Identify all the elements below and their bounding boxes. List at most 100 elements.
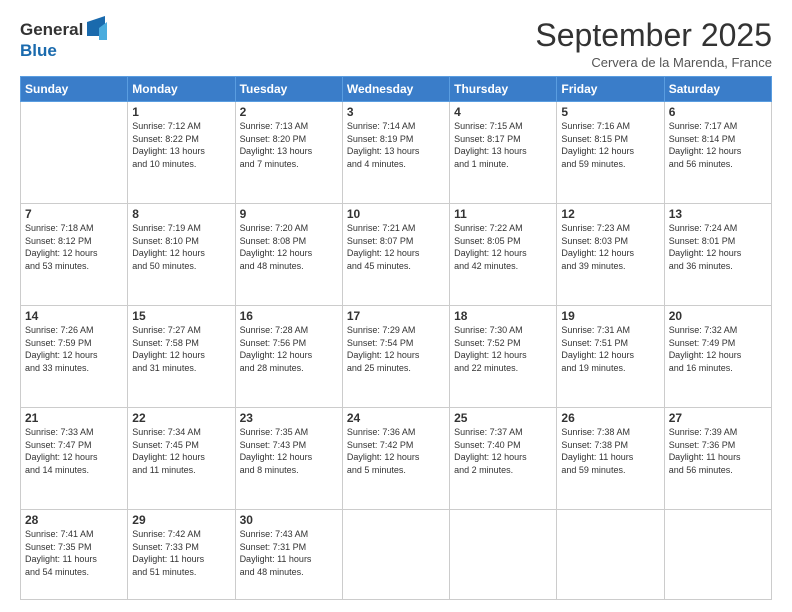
day-info: Sunrise: 7:28 AM Sunset: 7:56 PM Dayligh…	[240, 324, 338, 374]
day-info: Sunrise: 7:23 AM Sunset: 8:03 PM Dayligh…	[561, 222, 659, 272]
table-row: 12Sunrise: 7:23 AM Sunset: 8:03 PM Dayli…	[557, 204, 664, 306]
day-info: Sunrise: 7:30 AM Sunset: 7:52 PM Dayligh…	[454, 324, 552, 374]
day-info: Sunrise: 7:37 AM Sunset: 7:40 PM Dayligh…	[454, 426, 552, 476]
day-number: 15	[132, 309, 230, 323]
table-row: 19Sunrise: 7:31 AM Sunset: 7:51 PM Dayli…	[557, 306, 664, 408]
day-info: Sunrise: 7:19 AM Sunset: 8:10 PM Dayligh…	[132, 222, 230, 272]
day-info: Sunrise: 7:38 AM Sunset: 7:38 PM Dayligh…	[561, 426, 659, 476]
day-number: 27	[669, 411, 767, 425]
day-number: 17	[347, 309, 445, 323]
day-number: 22	[132, 411, 230, 425]
day-info: Sunrise: 7:42 AM Sunset: 7:33 PM Dayligh…	[132, 528, 230, 578]
calendar: Sunday Monday Tuesday Wednesday Thursday…	[20, 76, 772, 600]
month-title: September 2025	[535, 18, 772, 53]
day-info: Sunrise: 7:35 AM Sunset: 7:43 PM Dayligh…	[240, 426, 338, 476]
table-row: 4Sunrise: 7:15 AM Sunset: 8:17 PM Daylig…	[450, 102, 557, 204]
day-number: 25	[454, 411, 552, 425]
day-number: 26	[561, 411, 659, 425]
day-info: Sunrise: 7:33 AM Sunset: 7:47 PM Dayligh…	[25, 426, 123, 476]
day-info: Sunrise: 7:13 AM Sunset: 8:20 PM Dayligh…	[240, 120, 338, 170]
logo: General Blue	[20, 18, 107, 61]
logo-text: General Blue	[20, 18, 107, 61]
day-number: 29	[132, 513, 230, 527]
day-info: Sunrise: 7:15 AM Sunset: 8:17 PM Dayligh…	[454, 120, 552, 170]
col-saturday: Saturday	[664, 77, 771, 102]
day-info: Sunrise: 7:26 AM Sunset: 7:59 PM Dayligh…	[25, 324, 123, 374]
logo-blue: Blue	[20, 42, 107, 61]
day-number: 11	[454, 207, 552, 221]
table-row: 16Sunrise: 7:28 AM Sunset: 7:56 PM Dayli…	[235, 306, 342, 408]
table-row	[342, 510, 449, 600]
day-number: 19	[561, 309, 659, 323]
day-info: Sunrise: 7:27 AM Sunset: 7:58 PM Dayligh…	[132, 324, 230, 374]
day-number: 28	[25, 513, 123, 527]
table-row: 1Sunrise: 7:12 AM Sunset: 8:22 PM Daylig…	[128, 102, 235, 204]
table-row: 11Sunrise: 7:22 AM Sunset: 8:05 PM Dayli…	[450, 204, 557, 306]
day-info: Sunrise: 7:43 AM Sunset: 7:31 PM Dayligh…	[240, 528, 338, 578]
table-row: 25Sunrise: 7:37 AM Sunset: 7:40 PM Dayli…	[450, 408, 557, 510]
table-row: 17Sunrise: 7:29 AM Sunset: 7:54 PM Dayli…	[342, 306, 449, 408]
day-number: 12	[561, 207, 659, 221]
col-friday: Friday	[557, 77, 664, 102]
table-row: 10Sunrise: 7:21 AM Sunset: 8:07 PM Dayli…	[342, 204, 449, 306]
table-row: 18Sunrise: 7:30 AM Sunset: 7:52 PM Dayli…	[450, 306, 557, 408]
day-info: Sunrise: 7:12 AM Sunset: 8:22 PM Dayligh…	[132, 120, 230, 170]
day-number: 10	[347, 207, 445, 221]
logo-icon	[85, 14, 107, 42]
table-row: 5Sunrise: 7:16 AM Sunset: 8:15 PM Daylig…	[557, 102, 664, 204]
header-row: Sunday Monday Tuesday Wednesday Thursday…	[21, 77, 772, 102]
day-info: Sunrise: 7:16 AM Sunset: 8:15 PM Dayligh…	[561, 120, 659, 170]
day-info: Sunrise: 7:18 AM Sunset: 8:12 PM Dayligh…	[25, 222, 123, 272]
day-info: Sunrise: 7:14 AM Sunset: 8:19 PM Dayligh…	[347, 120, 445, 170]
day-number: 24	[347, 411, 445, 425]
table-row: 6Sunrise: 7:17 AM Sunset: 8:14 PM Daylig…	[664, 102, 771, 204]
day-info: Sunrise: 7:24 AM Sunset: 8:01 PM Dayligh…	[669, 222, 767, 272]
title-area: September 2025 Cervera de la Marenda, Fr…	[535, 18, 772, 70]
day-number: 8	[132, 207, 230, 221]
col-monday: Monday	[128, 77, 235, 102]
day-number: 21	[25, 411, 123, 425]
day-info: Sunrise: 7:17 AM Sunset: 8:14 PM Dayligh…	[669, 120, 767, 170]
table-row: 30Sunrise: 7:43 AM Sunset: 7:31 PM Dayli…	[235, 510, 342, 600]
day-info: Sunrise: 7:41 AM Sunset: 7:35 PM Dayligh…	[25, 528, 123, 578]
table-row: 29Sunrise: 7:42 AM Sunset: 7:33 PM Dayli…	[128, 510, 235, 600]
day-number: 30	[240, 513, 338, 527]
table-row: 28Sunrise: 7:41 AM Sunset: 7:35 PM Dayli…	[21, 510, 128, 600]
day-info: Sunrise: 7:31 AM Sunset: 7:51 PM Dayligh…	[561, 324, 659, 374]
table-row: 26Sunrise: 7:38 AM Sunset: 7:38 PM Dayli…	[557, 408, 664, 510]
table-row: 24Sunrise: 7:36 AM Sunset: 7:42 PM Dayli…	[342, 408, 449, 510]
day-info: Sunrise: 7:20 AM Sunset: 8:08 PM Dayligh…	[240, 222, 338, 272]
table-row: 22Sunrise: 7:34 AM Sunset: 7:45 PM Dayli…	[128, 408, 235, 510]
day-number: 9	[240, 207, 338, 221]
day-number: 20	[669, 309, 767, 323]
location: Cervera de la Marenda, France	[535, 55, 772, 70]
day-info: Sunrise: 7:29 AM Sunset: 7:54 PM Dayligh…	[347, 324, 445, 374]
day-number: 3	[347, 105, 445, 119]
table-row	[21, 102, 128, 204]
table-row: 7Sunrise: 7:18 AM Sunset: 8:12 PM Daylig…	[21, 204, 128, 306]
day-number: 2	[240, 105, 338, 119]
table-row: 3Sunrise: 7:14 AM Sunset: 8:19 PM Daylig…	[342, 102, 449, 204]
day-number: 6	[669, 105, 767, 119]
day-number: 13	[669, 207, 767, 221]
day-info: Sunrise: 7:34 AM Sunset: 7:45 PM Dayligh…	[132, 426, 230, 476]
header: General Blue September 2025 Cervera de l…	[20, 18, 772, 70]
day-number: 14	[25, 309, 123, 323]
table-row: 27Sunrise: 7:39 AM Sunset: 7:36 PM Dayli…	[664, 408, 771, 510]
day-number: 7	[25, 207, 123, 221]
table-row: 13Sunrise: 7:24 AM Sunset: 8:01 PM Dayli…	[664, 204, 771, 306]
table-row	[450, 510, 557, 600]
table-row	[557, 510, 664, 600]
col-wednesday: Wednesday	[342, 77, 449, 102]
col-sunday: Sunday	[21, 77, 128, 102]
day-number: 1	[132, 105, 230, 119]
day-info: Sunrise: 7:39 AM Sunset: 7:36 PM Dayligh…	[669, 426, 767, 476]
day-info: Sunrise: 7:22 AM Sunset: 8:05 PM Dayligh…	[454, 222, 552, 272]
day-number: 18	[454, 309, 552, 323]
table-row	[664, 510, 771, 600]
col-tuesday: Tuesday	[235, 77, 342, 102]
table-row: 21Sunrise: 7:33 AM Sunset: 7:47 PM Dayli…	[21, 408, 128, 510]
day-number: 4	[454, 105, 552, 119]
table-row: 8Sunrise: 7:19 AM Sunset: 8:10 PM Daylig…	[128, 204, 235, 306]
col-thursday: Thursday	[450, 77, 557, 102]
